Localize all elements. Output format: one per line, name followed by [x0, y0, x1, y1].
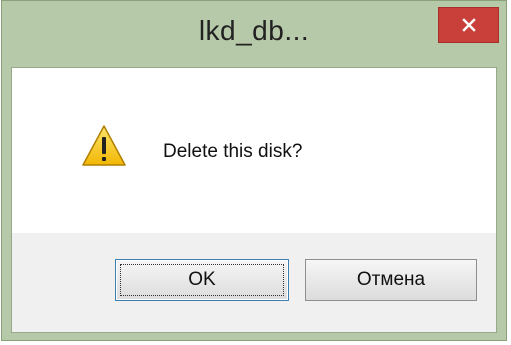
dialog-body: Delete this disk? OK Отмена [11, 67, 497, 333]
ok-button[interactable]: OK [115, 259, 289, 301]
warning-icon [82, 125, 126, 166]
dialog-message: Delete this disk? [163, 141, 303, 162]
close-icon [461, 18, 476, 32]
focus-ring [120, 264, 284, 296]
title-bar[interactable]: lkd_db... [2, 1, 506, 67]
cancel-button-label: Отмена [356, 269, 426, 290]
close-button[interactable] [438, 7, 499, 43]
dialog-window: lkd_db... Delete this disk? OK Отмена [1, 0, 507, 341]
message-area: Delete this disk? [12, 68, 496, 233]
cancel-button[interactable]: Отмена [305, 259, 477, 301]
window-title: lkd_db... [198, 15, 310, 46]
